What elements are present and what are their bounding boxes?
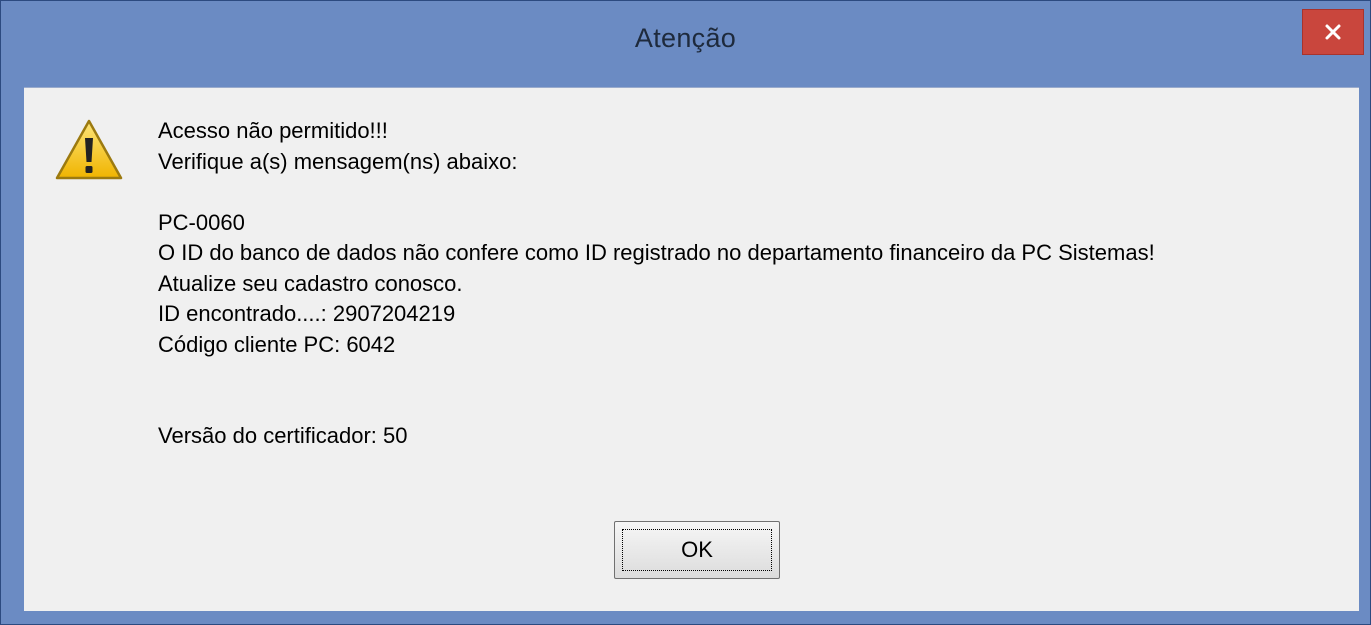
message-text: Acesso não permitido!!! Verifique a(s) m…	[158, 116, 1155, 452]
message-line: Atualize seu cadastro conosco.	[158, 270, 463, 296]
dialog-window: Atenção Acesso não permitido!!! Verifiqu…	[0, 0, 1371, 625]
message-line: O ID do banco de dados não confere como …	[158, 240, 1155, 265]
message-line	[158, 360, 1155, 391]
message-line: Acesso não permitido!!!	[158, 118, 388, 143]
message-line	[158, 391, 1155, 422]
message-line: Verifique a(s) mensagem(ns) abaixo:	[158, 148, 518, 174]
ok-button-label: OK	[681, 537, 713, 562]
close-button[interactable]	[1302, 9, 1364, 55]
close-icon	[1303, 10, 1363, 54]
warning-icon	[54, 118, 124, 182]
dialog-body: Acesso não permitido!!! Verifique a(s) m…	[24, 87, 1359, 611]
dialog-title: Atenção	[634, 23, 737, 53]
message-line: ID encontrado....: 2907204219	[158, 301, 456, 326]
message-line: Versão do certificador: 50	[158, 423, 408, 448]
message-line	[158, 177, 1155, 208]
message-line: PC-0060	[158, 209, 245, 235]
message-line: Código cliente PC: 6042	[158, 331, 396, 357]
ok-button[interactable]: OK	[614, 521, 780, 579]
title-bar[interactable]: Atenção	[1, 1, 1370, 87]
